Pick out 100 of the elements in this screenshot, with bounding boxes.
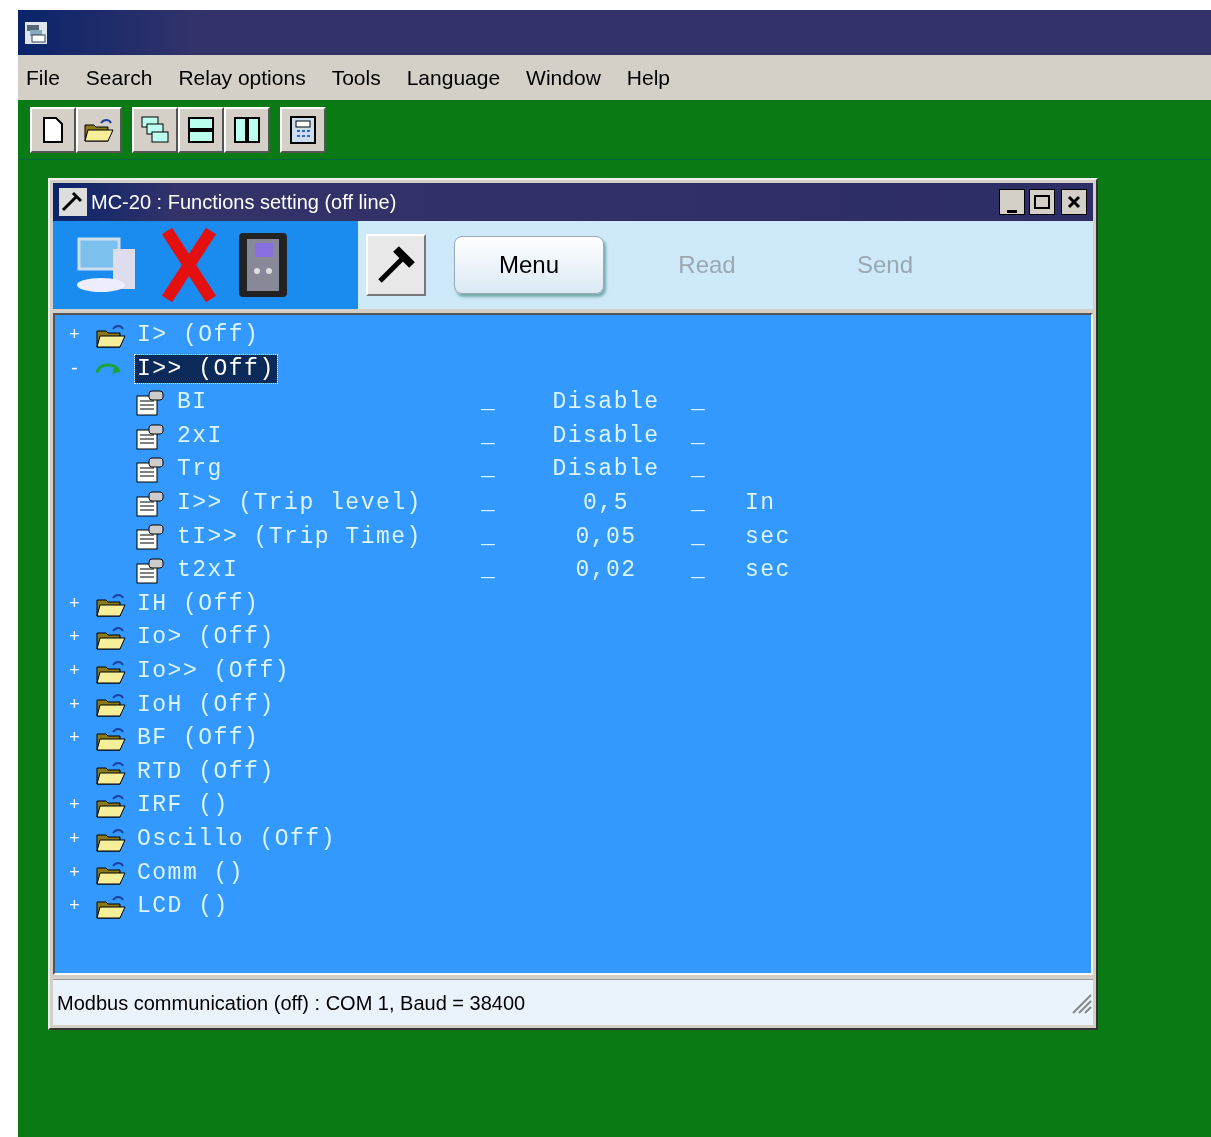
expand-toggle[interactable]: - — [69, 358, 82, 379]
separator-text: _ — [690, 421, 708, 451]
folder-icon — [95, 826, 127, 853]
setting-name[interactable]: tI>> (Trip Time) — [165, 520, 481, 555]
folder-icon — [95, 793, 127, 820]
separator-text: _ — [481, 488, 498, 518]
calculator-button[interactable] — [280, 106, 326, 153]
tree-item[interactable]: LCD () — [135, 890, 231, 924]
folder-icon — [95, 692, 127, 719]
tree-item[interactable]: IoH (Off) — [135, 688, 277, 723]
setting-unit: sec — [744, 556, 791, 586]
folder-icon — [95, 860, 127, 887]
document-icon — [135, 389, 165, 417]
expand-toggle[interactable]: + — [69, 694, 82, 715]
tile-vertical-button[interactable] — [224, 106, 270, 153]
setting-value: 0,5 — [582, 488, 630, 518]
folder-icon — [95, 658, 127, 685]
setting-unit: sec — [744, 522, 791, 552]
tree-item[interactable]: I>> (Off) — [135, 355, 277, 384]
setting-name[interactable]: t2xI — [165, 554, 481, 588]
new-file-icon — [42, 115, 64, 144]
separator-text: _ — [690, 388, 708, 418]
menu-item[interactable]: File — [26, 61, 60, 94]
cross-icon — [161, 227, 217, 303]
tree-item[interactable]: RTD (Off) — [135, 755, 277, 790]
expand-toggle[interactable]: + — [69, 627, 82, 648]
expand-toggle[interactable]: + — [69, 728, 82, 749]
close-icon — [1067, 195, 1081, 209]
expand-toggle[interactable]: + — [69, 795, 82, 816]
expand-toggle[interactable]: + — [69, 325, 82, 345]
cascade-windows-icon — [140, 114, 170, 145]
folder-icon — [95, 759, 127, 786]
setting-value: 0,02 — [574, 556, 638, 586]
menu-item[interactable]: Window — [526, 61, 601, 94]
document-icon — [135, 422, 165, 451]
setting-value: 0,05 — [574, 522, 638, 552]
document-icon — [135, 523, 165, 552]
expand-toggle[interactable]: + — [69, 593, 82, 614]
setting-unit: In — [744, 488, 776, 518]
document-icon — [135, 556, 165, 585]
document-icon — [135, 456, 165, 485]
expand-toggle[interactable]: + — [69, 896, 82, 917]
folder-icon — [95, 591, 127, 618]
maximize-button[interactable] — [1029, 189, 1055, 215]
setting-name[interactable]: 2xI — [165, 419, 481, 454]
folder-icon — [95, 625, 127, 652]
tree-item[interactable]: BF (Off) — [135, 722, 262, 756]
app-icon — [24, 20, 48, 45]
menu-item[interactable]: Tools — [331, 61, 381, 94]
menu-item[interactable]: Language — [406, 61, 501, 94]
setting-name[interactable]: I>> (Trip level) — [165, 486, 481, 521]
setting-value: Disable — [551, 388, 661, 418]
maximize-icon — [1034, 195, 1050, 209]
folder-icon — [95, 322, 127, 349]
separator-text: _ — [481, 522, 498, 552]
separator-text: _ — [690, 455, 708, 485]
close-button[interactable] — [1061, 189, 1087, 215]
toolbar-button[interactable]: Menu — [454, 236, 604, 294]
separator-text: _ — [481, 556, 498, 586]
tree-item[interactable]: Io> (Off) — [135, 621, 277, 655]
window-title: MC-20 : Functions setting (off line) — [91, 190, 398, 215]
separator-text: _ — [481, 421, 498, 451]
tools-button[interactable] — [366, 234, 426, 296]
setting-name[interactable]: Trg — [165, 453, 481, 487]
setting-name[interactable]: BI — [165, 386, 481, 420]
calculator-icon — [289, 114, 317, 145]
document-icon — [135, 489, 165, 518]
folder-icon — [95, 893, 127, 920]
minimize-button[interactable] — [999, 189, 1025, 215]
menu-item[interactable]: Relay options — [178, 61, 306, 94]
tree-item[interactable]: Comm () — [135, 856, 247, 891]
tree-item[interactable]: I> (Off) — [135, 319, 262, 353]
folder-icon — [95, 725, 127, 752]
separator-text: _ — [481, 455, 498, 485]
setting-value: Disable — [551, 455, 661, 485]
setting-value: Disable — [551, 421, 661, 451]
open-folder-button[interactable] — [76, 106, 122, 153]
menu-item[interactable]: Help — [626, 61, 670, 94]
cascade-button[interactable] — [132, 106, 178, 153]
expand-toggle[interactable]: + — [69, 828, 82, 849]
minimize-icon — [1007, 210, 1017, 214]
tile-horizontal-icon — [187, 115, 215, 144]
tree-item[interactable]: Io>> (Off) — [135, 654, 293, 689]
expand-toggle[interactable]: + — [69, 660, 82, 681]
expand-toggle[interactable]: + — [69, 862, 82, 883]
separator-text: _ — [690, 522, 708, 552]
separator-text: _ — [481, 388, 498, 418]
new-file-button[interactable] — [30, 106, 76, 153]
arrow-icon — [95, 363, 123, 376]
separator-text: _ — [690, 556, 708, 586]
menu-item[interactable]: Search — [85, 61, 153, 94]
tile-horizontal-button[interactable] — [178, 106, 224, 153]
tree-item[interactable]: IRF () — [135, 789, 231, 823]
separator-text: _ — [690, 488, 708, 518]
tree-item[interactable]: Oscillo (Off) — [135, 822, 338, 857]
hammer-icon — [59, 188, 87, 216]
tile-vertical-icon — [233, 115, 261, 144]
folder-icon — [83, 116, 115, 143]
tree-item[interactable]: IH (Off) — [135, 587, 262, 622]
status-text: Modbus communication (off) : COM 1, Baud = 38400 — [56, 990, 527, 1016]
